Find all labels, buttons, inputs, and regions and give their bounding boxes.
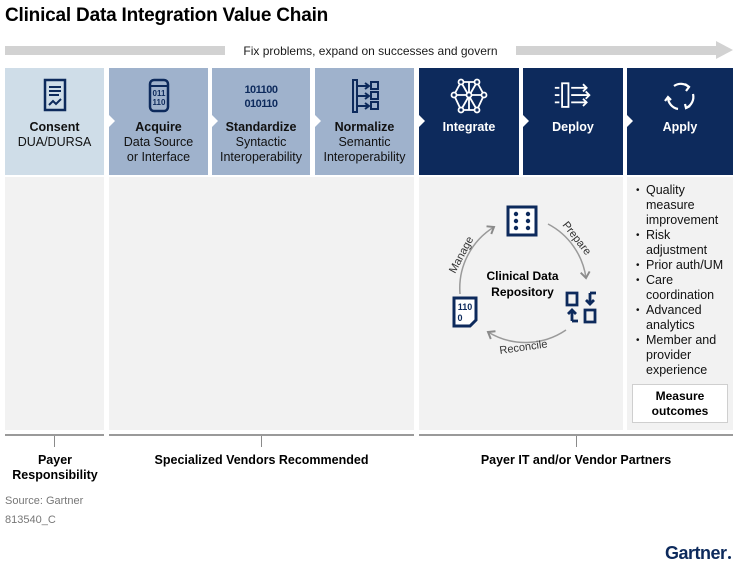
document-id: 813540_C: [5, 514, 56, 526]
panel-payer: [5, 177, 104, 430]
signed-document-icon: [43, 78, 66, 112]
center-label-line: Clinical Data: [486, 269, 559, 283]
item-line: Member and: [646, 333, 717, 347]
svg-text:110: 110: [152, 98, 165, 107]
item-line: Risk: [646, 228, 671, 242]
arrow-head-icon: [716, 41, 733, 59]
list-item: Advanced analytics: [636, 303, 736, 333]
panel-vendors: [109, 177, 414, 430]
measure-line: Measure: [655, 389, 705, 403]
stage-label: Normalize: [334, 120, 395, 134]
chevron-notch: [211, 114, 218, 128]
stage-sublabel: DUA/DURSA: [17, 135, 92, 149]
item-line: adjustment: [646, 243, 708, 257]
item-line: Advanced: [646, 303, 702, 317]
source-note: Source: Gartner: [5, 495, 84, 507]
svg-text:101100: 101100: [244, 84, 277, 96]
svg-text:010110: 010110: [244, 98, 277, 110]
sublabel-line: or Interface: [126, 150, 191, 164]
item-line: coordination: [646, 288, 715, 302]
chevron-notch: [418, 114, 425, 128]
stage-normalize: Normalize Semantic Interoperability: [314, 68, 414, 175]
group-label-line: Payer: [37, 453, 73, 467]
stage-standardize: 101100 010110 Standardize Syntactic Inte…: [211, 68, 310, 175]
group-tick: [261, 436, 262, 447]
svg-text:110: 110: [458, 302, 473, 312]
binary-document-icon: 110 0: [452, 296, 478, 328]
group-tick: [576, 436, 577, 447]
data-grid-icon: [506, 205, 538, 237]
network-mesh-icon: [450, 78, 488, 114]
stage-sublabel: Data Source or Interface: [109, 135, 208, 165]
stage-label: Apply: [662, 120, 698, 134]
item-line: provider: [646, 348, 692, 362]
deploy-arrows-icon: [554, 82, 591, 108]
list-item: Risk adjustment: [636, 228, 736, 258]
group-label-payer-it: Payer IT and/or Vendor Partners: [419, 453, 733, 468]
cycle-step-reconcile: Reconcile: [499, 338, 549, 357]
data-mapping-icon: [351, 79, 379, 113]
group-label-payer: Payer Responsibility: [0, 453, 110, 483]
item-line: Quality: [646, 183, 685, 197]
group-label-line: Payer IT and/or Vendor Partners: [480, 453, 672, 467]
item-line: Prior auth/UM: [646, 258, 724, 272]
progress-arrow-label: Fix problems, expand on successes and go…: [243, 44, 498, 58]
sublabel-line: Interoperability: [220, 150, 302, 164]
item-line: analytics: [646, 318, 695, 332]
group-label-line: Specialized Vendors Recommended: [154, 453, 369, 467]
cycle-arrows-icon: [664, 82, 695, 111]
logo-text: Gartner: [665, 543, 727, 563]
chevron-notch: [522, 114, 529, 128]
group-label-line: Responsibility: [12, 468, 98, 482]
stage-integrate: Integrate: [418, 68, 519, 175]
item-line: measure: [646, 198, 695, 212]
sublabel-line: Interoperability: [323, 150, 406, 164]
progress-arrow-shaft-left: [5, 46, 225, 55]
sublabel-line: Semantic: [338, 135, 391, 149]
stage-label: Standardize: [225, 120, 297, 134]
sublabel-line: Syntactic: [235, 135, 287, 149]
chevron-notch: [108, 114, 115, 128]
svg-text:0: 0: [457, 313, 462, 323]
logo-dot-icon: [727, 556, 731, 559]
list-item: Member and provider experience: [636, 333, 736, 378]
list-item: Quality measure improvement: [636, 183, 736, 228]
stage-label: Deploy: [552, 120, 594, 134]
chevron-notch: [314, 114, 321, 128]
stage-sublabel: Semantic Interoperability: [315, 135, 414, 165]
stage-sublabel: Syntactic Interoperability: [212, 135, 310, 165]
sublabel-line: Data Source: [123, 135, 194, 149]
stage-acquire: 011 110 Acquire Data Source or Interface: [108, 68, 208, 175]
svg-text:011: 011: [152, 89, 165, 98]
item-line: experience: [646, 363, 708, 377]
measure-line: outcomes: [651, 404, 709, 418]
cycle-center-label: Clinical Data Repository: [470, 268, 575, 300]
apply-outcomes-list: Quality measure improvement Risk adjustm…: [636, 183, 736, 378]
page-title: Clinical Data Integration Value Chain: [5, 5, 329, 26]
item-line: Care: [646, 273, 674, 287]
stage-label: Integrate: [442, 120, 496, 134]
group-tick: [54, 436, 55, 447]
chevron-notch: [626, 114, 633, 128]
list-item: Prior auth/UM: [636, 258, 736, 273]
measure-outcomes-box: Measure outcomes: [632, 384, 728, 423]
stage-consent: Consent DUA/DURSA: [5, 68, 104, 175]
list-item: Care coordination: [636, 273, 736, 303]
stage-label: Acquire: [135, 120, 182, 134]
stage-deploy: Deploy: [522, 68, 623, 175]
progress-arrow-shaft-right: [516, 46, 718, 55]
stage-label: Consent: [29, 120, 80, 134]
item-line: improvement: [646, 213, 719, 227]
stage-apply: Apply: [626, 68, 733, 175]
database-icon: 011 110: [148, 78, 169, 113]
gartner-logo: Gartner: [665, 543, 731, 564]
binary-code-icon: 101100 010110: [244, 84, 278, 110]
center-label-line: Repository: [491, 285, 554, 299]
group-label-vendors: Specialized Vendors Recommended: [109, 453, 414, 468]
